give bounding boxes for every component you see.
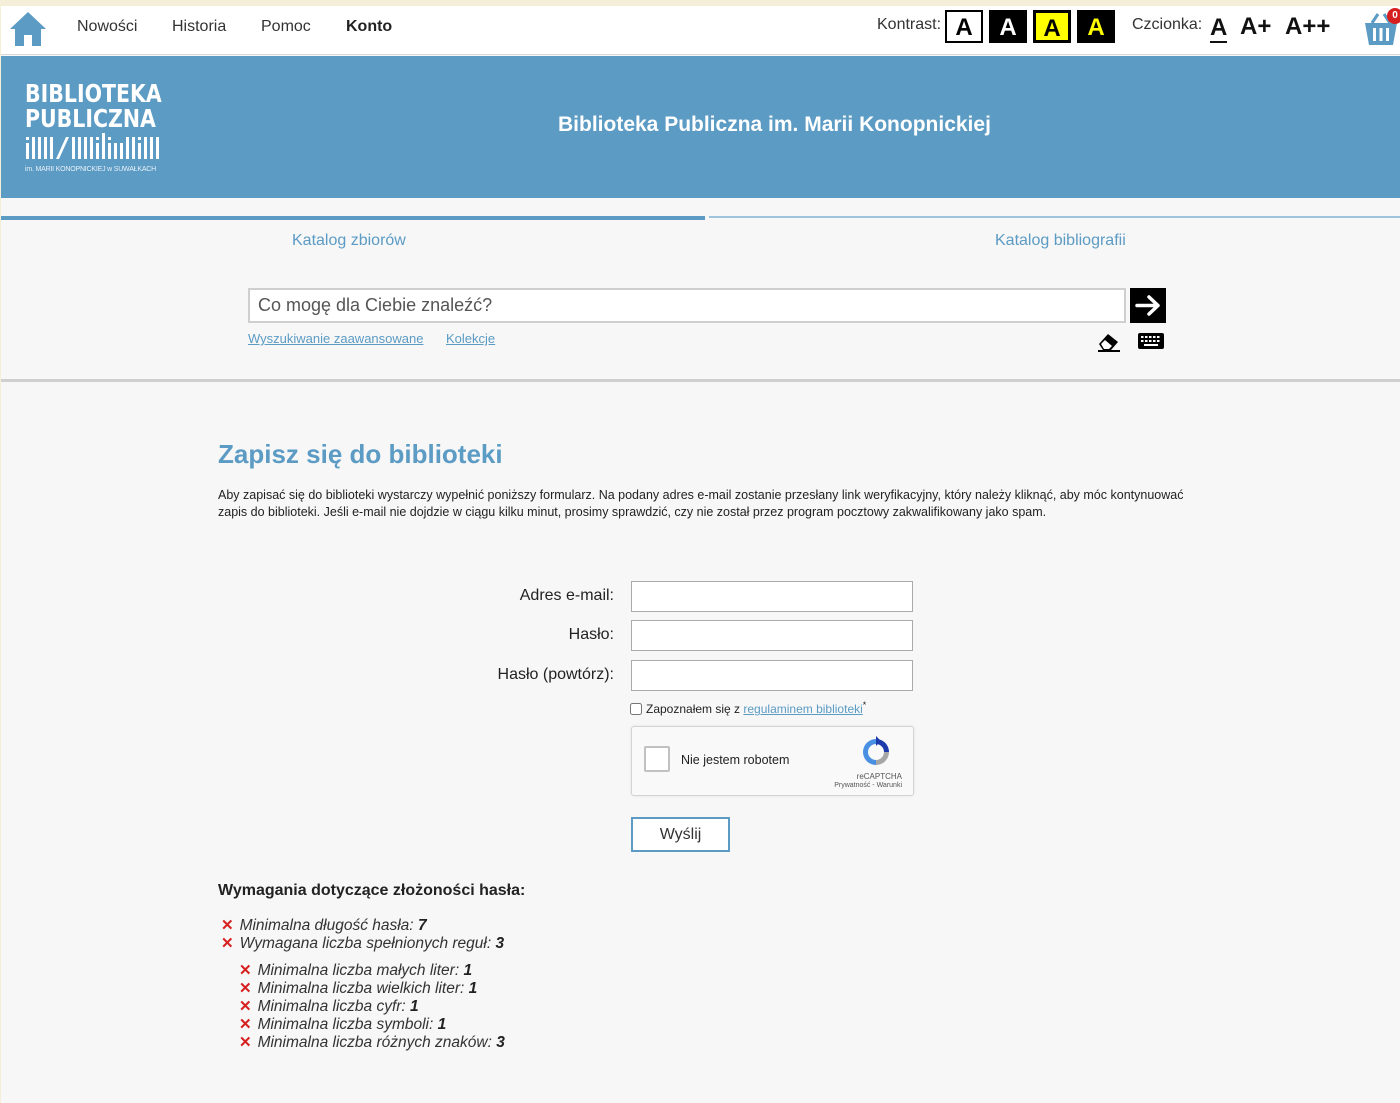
- rule-label: Minimalna liczba symboli:: [257, 1016, 434, 1033]
- required-marker: *: [862, 700, 867, 710]
- requirement-item: ✕ Minimalna długość hasła: 7: [221, 916, 427, 935]
- rule-value: 1: [468, 980, 478, 997]
- rule-label: Minimalna liczba wielkich liter:: [257, 980, 465, 997]
- recaptcha-checkbox[interactable]: [644, 746, 670, 772]
- rule-label: Minimalna liczba małych liter:: [257, 962, 460, 979]
- unmet-x-icon: ✕: [239, 1034, 252, 1051]
- contrast-yellow-on-black-button[interactable]: A: [1077, 10, 1115, 43]
- requirement-item: ✕ Wymagana liczba spełnionych reguł: 3: [221, 934, 504, 953]
- rule-value: 1: [463, 962, 473, 979]
- rule-value: 3: [496, 1034, 505, 1051]
- collections-link[interactable]: Kolekcje: [446, 331, 495, 346]
- font-size-xlarge-button[interactable]: A++: [1285, 13, 1330, 41]
- tab-active-indicator: [1, 216, 705, 220]
- requirement-rule: ✕ Minimalna liczba małych liter: 1: [239, 961, 472, 980]
- tab-inactive-indicator: [709, 216, 1400, 218]
- contrast-black-on-yellow-button[interactable]: A: [1033, 10, 1071, 43]
- keyboard-icon[interactable]: [1137, 331, 1165, 351]
- password-requirements-title: Wymagania dotyczące złożoności hasła:: [218, 882, 526, 899]
- requirement-rule: ✕ Minimalna liczba symboli: 1: [239, 1015, 446, 1034]
- recaptcha-terms-link[interactable]: Prywatność - Warunki: [812, 782, 902, 789]
- rule-value: 1: [437, 1016, 447, 1033]
- terms-row: Zapoznałem się z regulaminem biblioteki*: [630, 700, 866, 716]
- font-size-normal-button[interactable]: A: [1210, 15, 1228, 43]
- recaptcha-label: Nie jestem robotem: [681, 753, 790, 767]
- intro-text: Aby zapisać się do biblioteki wystarczy …: [218, 488, 1184, 519]
- password-repeat-label: Hasło (powtórz):: [497, 666, 614, 683]
- email-field[interactable]: [631, 581, 913, 612]
- rule-label: Minimalna liczba różnych znaków:: [257, 1034, 492, 1051]
- search-input[interactable]: [248, 288, 1126, 323]
- advanced-search-link[interactable]: Wyszukiwanie zaawansowane: [248, 331, 423, 346]
- home-icon[interactable]: [6, 9, 50, 49]
- top-bar: Nowości Historia Pomoc Konto Kontrast: A…: [1, 6, 1400, 55]
- password-label: Hasło:: [568, 626, 614, 643]
- contrast-label: Kontrast:: [877, 16, 942, 33]
- submit-button[interactable]: Wyślij: [631, 817, 730, 852]
- password-field[interactable]: [631, 620, 913, 651]
- terms-text: Zapoznałem się z: [646, 702, 744, 716]
- cart-count-badge: 0: [1387, 8, 1400, 24]
- logo-line-1: BIBLIOTEKA: [25, 79, 162, 108]
- tab-katalog-zbiorow[interactable]: Katalog zbiorów: [292, 232, 406, 250]
- nav-pomoc[interactable]: Pomoc: [261, 18, 311, 36]
- recaptcha-widget: Nie jestem robotem reCAPTCHA Prywatność …: [631, 726, 914, 796]
- search-submit-button[interactable]: [1130, 288, 1166, 323]
- font-size-large-button[interactable]: A+: [1240, 13, 1271, 41]
- unmet-x-icon: ✕: [221, 935, 234, 952]
- terms-checkbox[interactable]: [630, 703, 642, 715]
- requirement-rule: ✕ Minimalna liczba cyfr: 1: [239, 997, 419, 1016]
- requirement-label: Wymagana liczba spełnionych reguł:: [239, 935, 492, 952]
- nav-historia[interactable]: Historia: [172, 18, 226, 36]
- unmet-x-icon: ✕: [239, 998, 252, 1015]
- requirement-value: 7: [417, 917, 427, 934]
- email-label: Adres e-mail:: [519, 587, 614, 604]
- terms-link[interactable]: regulaminem biblioteki: [743, 702, 862, 716]
- contrast-default-button[interactable]: A: [945, 10, 983, 43]
- rule-label: Minimalna liczba cyfr:: [257, 998, 406, 1015]
- font-size-label: Czcionka:: [1132, 16, 1203, 33]
- tab-katalog-bibliografii[interactable]: Katalog bibliografii: [995, 232, 1126, 250]
- unmet-x-icon: ✕: [239, 980, 252, 997]
- eraser-icon[interactable]: [1096, 330, 1122, 352]
- recaptcha-logo-icon: [863, 736, 889, 765]
- nav-konto[interactable]: Konto: [346, 18, 392, 36]
- library-logo[interactable]: BIBLIOTEKA PUBLICZNA im. MARII KONOPNICK…: [25, 81, 170, 176]
- site-header: BIBLIOTEKA PUBLICZNA im. MARII KONOPNICK…: [1, 56, 1400, 198]
- unmet-x-icon: ✕: [221, 917, 234, 934]
- page-title: Zapisz się do biblioteki: [218, 439, 503, 469]
- recaptcha-brand: reCAPTCHA: [856, 772, 902, 781]
- unmet-x-icon: ✕: [239, 962, 252, 979]
- logo-subtitle: im. MARII KONOPNICKIEJ w SUWAŁKACH: [25, 166, 157, 173]
- page-frame: Nowości Historia Pomoc Konto Kontrast: A…: [1, 6, 1400, 1103]
- contrast-white-on-black-button[interactable]: A: [989, 10, 1027, 43]
- requirement-rule: ✕ Minimalna liczba wielkich liter: 1: [239, 979, 477, 998]
- requirement-value: 3: [495, 935, 505, 952]
- arrow-right-icon: [1135, 295, 1160, 316]
- requirement-rule: ✕ Minimalna liczba różnych znaków: 3: [239, 1033, 505, 1052]
- rule-value: 1: [410, 998, 419, 1015]
- unmet-x-icon: ✕: [239, 1016, 252, 1033]
- catalog-tabs: Katalog zbiorów Katalog bibliografii: [1, 198, 1400, 260]
- logo-bars-graphic: [26, 133, 159, 159]
- site-title: Biblioteka Publiczna im. Marii Konopnick…: [558, 113, 991, 136]
- logo-line-2: PUBLICZNA: [25, 104, 156, 133]
- password-repeat-field[interactable]: [631, 660, 913, 691]
- nav-nowosci[interactable]: Nowości: [77, 18, 137, 36]
- search-divider: [1, 379, 1400, 382]
- requirement-label: Minimalna długość hasła:: [239, 917, 414, 934]
